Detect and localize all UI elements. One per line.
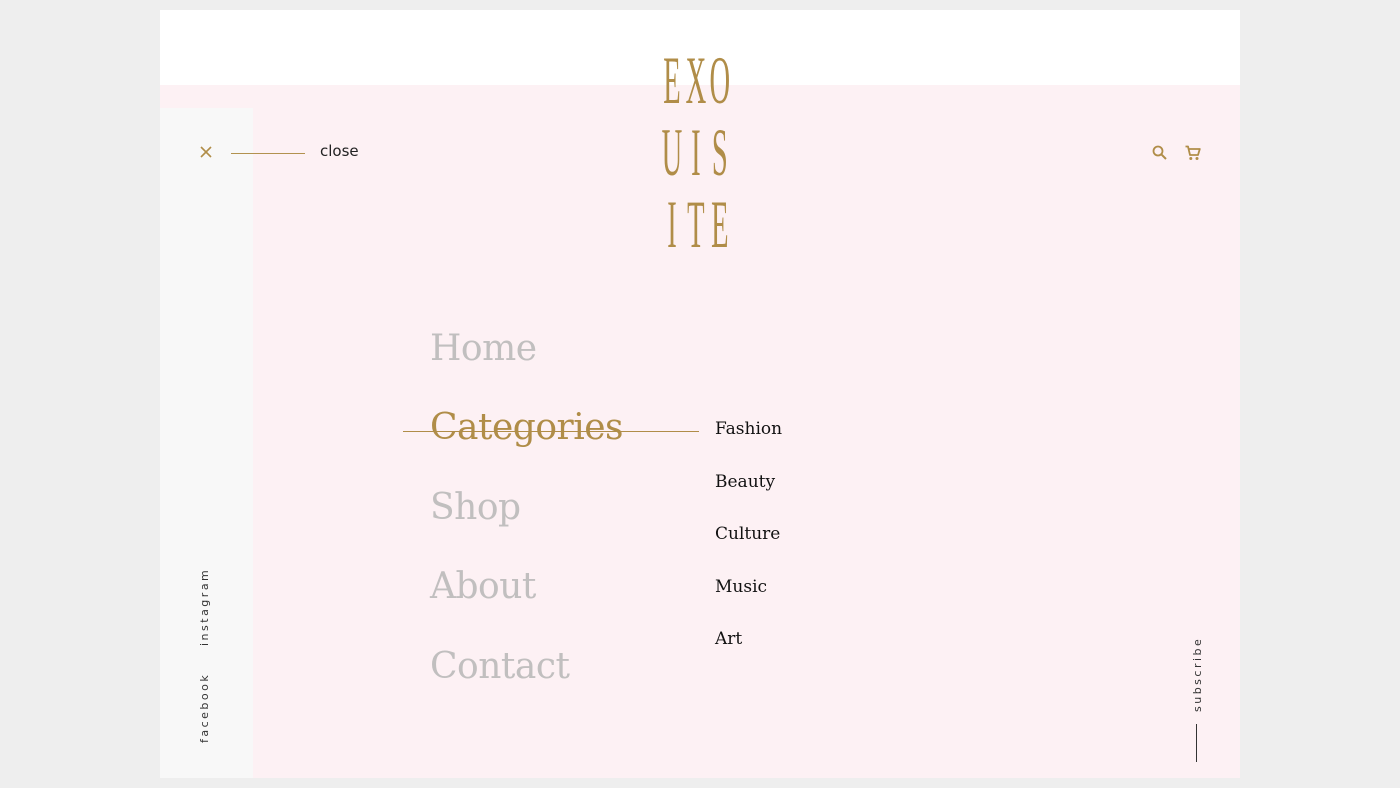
- cart-icon[interactable]: [1184, 144, 1202, 162]
- submenu-item-fashion[interactable]: Fashion: [715, 419, 782, 439]
- menu-item-about[interactable]: About: [430, 566, 536, 607]
- page-frame: close E X O U I S I T E Home Categories …: [160, 10, 1240, 778]
- submenu-item-music[interactable]: Music: [715, 577, 767, 597]
- logo-row-3: I T E: [667, 186, 729, 262]
- close-icon[interactable]: [198, 144, 214, 160]
- menu-item-shop[interactable]: Shop: [430, 487, 521, 528]
- brand-logo[interactable]: E X O U I S I T E: [660, 42, 740, 262]
- submenu-item-culture[interactable]: Culture: [715, 524, 780, 544]
- close-button[interactable]: close: [320, 142, 359, 160]
- menu-item-contact[interactable]: Contact: [430, 646, 570, 687]
- close-divider: [231, 153, 305, 154]
- menu-item-categories[interactable]: Categories: [430, 407, 624, 448]
- active-indicator-line: [403, 431, 699, 432]
- submenu-item-art[interactable]: Art: [715, 629, 742, 649]
- logo-row-2: U I S: [661, 114, 728, 190]
- search-icon[interactable]: [1151, 144, 1169, 162]
- logo-row-1: E X O: [663, 42, 731, 118]
- menu-item-home[interactable]: Home: [430, 328, 537, 369]
- submenu-item-beauty[interactable]: Beauty: [715, 472, 775, 492]
- subscribe-link[interactable]: subscribe: [1191, 637, 1204, 712]
- facebook-link[interactable]: facebook: [198, 673, 211, 743]
- subscribe-line: [1196, 724, 1197, 762]
- instagram-link[interactable]: instagram: [198, 568, 211, 646]
